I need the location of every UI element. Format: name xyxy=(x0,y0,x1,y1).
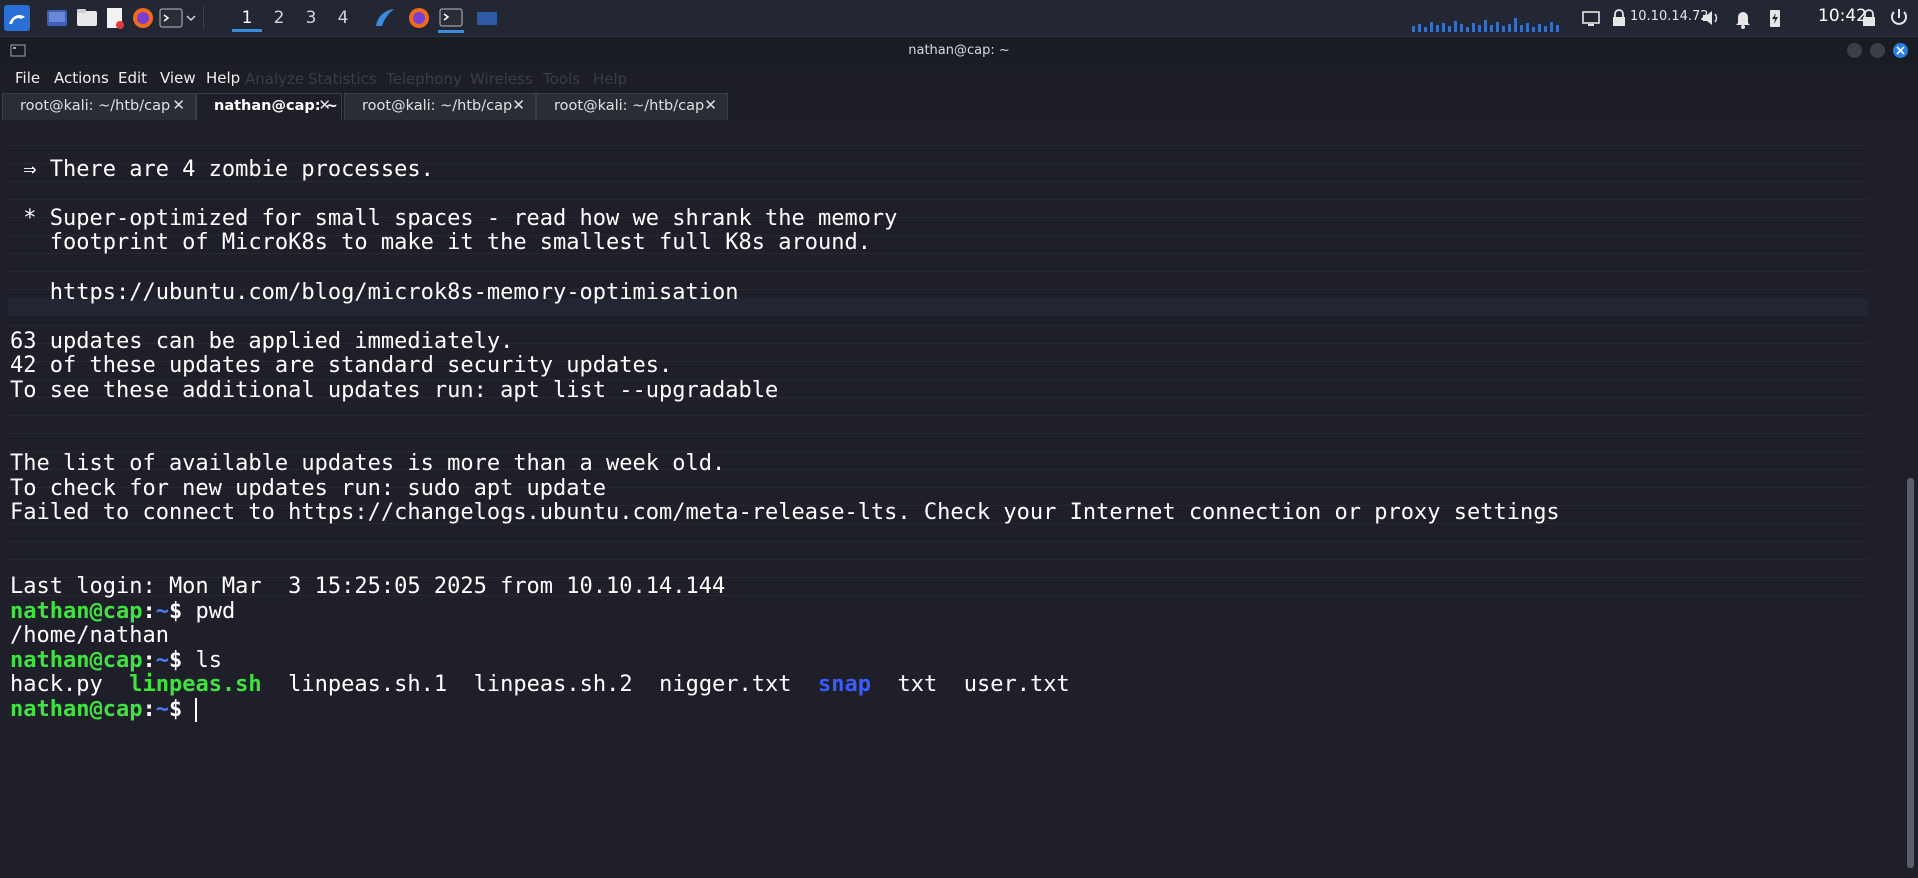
lock-screen-icon[interactable] xyxy=(1856,5,1882,31)
ghost-row-line xyxy=(8,145,1868,146)
command: ls xyxy=(195,648,222,673)
terminal-line: Last login: Mon Mar 3 15:25:05 2025 from… xyxy=(10,574,726,599)
dropdown-icon[interactable] xyxy=(184,5,198,31)
terminal-line: ⇒ There are 4 zombie processes. xyxy=(10,157,434,182)
ls-entry: linpeas.sh.1 xyxy=(288,672,448,697)
tab-close-icon[interactable]: ✕ xyxy=(704,96,717,114)
workspace-4[interactable]: 4 xyxy=(328,4,358,32)
ghost-menu-tools: Tools xyxy=(543,70,580,88)
command-output: /home/nathan xyxy=(10,623,169,648)
tab-label: root@kali: ~/htb/cap xyxy=(554,98,705,114)
ls-entry: nigger.txt xyxy=(659,672,792,697)
command: pwd xyxy=(195,599,236,624)
desktop-icon[interactable] xyxy=(44,5,70,31)
tray-ip: 10.10.14.72 xyxy=(1630,9,1709,24)
tab-label: root@kali: ~/htb/cap xyxy=(362,98,513,114)
maximize-button[interactable] xyxy=(1870,43,1885,58)
top-panel: 1 2 3 4 10.10.14.72 10:42 xyxy=(0,0,1918,37)
terminal-line: 42 of these updates are standard securit… xyxy=(10,353,673,378)
ghost-row-line xyxy=(8,325,1868,326)
notification-bell-icon[interactable] xyxy=(1730,5,1756,31)
prompt-line[interactable]: nathan@cap:~$ xyxy=(10,697,198,723)
ls-output: hack.py linpeas.sh linpeas.sh.1 linpeas.… xyxy=(10,672,1070,698)
ls-entry: linpeas.sh xyxy=(129,672,262,697)
ghost-row-line xyxy=(8,541,1868,542)
text-cursor xyxy=(195,698,198,722)
workspace-1[interactable]: 1 xyxy=(232,4,262,32)
file-manager-icon[interactable] xyxy=(74,5,100,31)
terminal-line: * Super-optimized for small spaces - rea… xyxy=(10,206,898,231)
prompt-line: nathan@cap:~$ ls xyxy=(10,648,222,673)
tab-close-icon[interactable]: ✕ xyxy=(318,96,331,114)
ghost-menu-help: Help xyxy=(593,70,628,88)
terminal-icon[interactable] xyxy=(158,5,184,31)
menu-edit[interactable]: Edit xyxy=(118,69,147,87)
vpn-lock-icon[interactable] xyxy=(1606,5,1632,31)
terminal-line: The list of available updates is more th… xyxy=(10,451,726,476)
ghost-row-line xyxy=(8,433,1868,434)
terminal-line: 63 updates can be applied immediately. xyxy=(10,329,514,354)
terminal-output[interactable]: ⇒ There are 4 zombie processes. * Super-… xyxy=(0,123,1903,874)
logout-icon[interactable] xyxy=(1886,5,1912,31)
workspace-2[interactable]: 2 xyxy=(264,4,294,32)
close-button[interactable] xyxy=(1893,43,1908,58)
tab-label: root@kali: ~/htb/cap xyxy=(20,98,171,114)
menubar: Analyze Statistics Telephony Wireless To… xyxy=(0,66,1918,92)
tab-root-kali-2[interactable]: root@kali: ~/htb/cap ✕ xyxy=(344,93,536,120)
terminal-line: footprint of MicroK8s to make it the sma… xyxy=(10,230,871,255)
window-icon[interactable] xyxy=(474,5,500,31)
prompt-line: nathan@cap:~$ pwd xyxy=(10,599,236,624)
kali-dragon-icon[interactable] xyxy=(372,5,398,31)
window-titlebar[interactable]: nathan@cap: ~ xyxy=(0,37,1918,65)
tab-close-icon[interactable]: ✕ xyxy=(172,96,185,114)
menu-actions[interactable]: Actions xyxy=(54,69,109,87)
tab-root-kali-1[interactable]: root@kali: ~/htb/cap ✕ xyxy=(2,93,196,120)
terminal-scrollbar[interactable] xyxy=(1903,123,1918,874)
ghost-menu-wireless: Wireless xyxy=(470,70,533,88)
kali-menu-icon[interactable] xyxy=(4,5,30,31)
ls-entry: txt xyxy=(897,672,938,697)
network-graph xyxy=(1412,18,1559,32)
terminal-line: To see these additional updates run: apt… xyxy=(10,378,779,403)
ls-entry: hack.py xyxy=(10,672,103,697)
terminal-window-icon[interactable] xyxy=(438,5,464,33)
ls-entry: linpeas.sh.2 xyxy=(473,672,633,697)
ghost-menu-telephony: Telephony xyxy=(386,70,462,88)
ghost-row-line xyxy=(8,559,1868,560)
volume-icon[interactable] xyxy=(1698,5,1724,31)
firefox-icon[interactable] xyxy=(130,5,156,31)
ghost-row-line xyxy=(8,199,1868,200)
ls-entry: snap xyxy=(818,672,872,697)
display-icon[interactable] xyxy=(1578,5,1604,31)
menu-view[interactable]: View xyxy=(160,69,196,87)
power-battery-icon[interactable] xyxy=(1762,5,1788,31)
firefox-window-icon[interactable] xyxy=(406,5,432,31)
ghost-menu-analyze: Analyze xyxy=(245,70,305,88)
ghost-row-line xyxy=(8,415,1868,416)
tab-close-icon[interactable]: ✕ xyxy=(512,96,525,114)
menu-file[interactable]: File xyxy=(15,69,40,87)
menu-help[interactable]: Help xyxy=(206,69,240,87)
tab-nathan-cap[interactable]: nathan@cap: ~ ✕ xyxy=(196,93,342,120)
workspace-3[interactable]: 3 xyxy=(296,4,326,32)
terminal-line: To check for new updates run: sudo apt u… xyxy=(10,476,607,501)
scrollbar-thumb[interactable] xyxy=(1907,478,1914,868)
text-editor-icon[interactable] xyxy=(102,5,128,31)
tab-bar: root@kali: ~/htb/cap ✕ nathan@cap: ~ ✕ r… xyxy=(0,92,1918,121)
ghost-menu-statistics: Statistics xyxy=(308,70,377,88)
terminal-line: https://ubuntu.com/blog/microk8s-memory-… xyxy=(10,280,739,305)
minimize-button[interactable] xyxy=(1847,43,1862,58)
terminal-line: Failed to connect to https://changelogs.… xyxy=(10,500,1560,525)
ghost-row-line xyxy=(8,271,1868,272)
ls-entry: user.txt xyxy=(963,672,1070,697)
tab-root-kali-3[interactable]: root@kali: ~/htb/cap ✕ xyxy=(536,93,728,120)
window-title: nathan@cap: ~ xyxy=(908,43,1010,58)
